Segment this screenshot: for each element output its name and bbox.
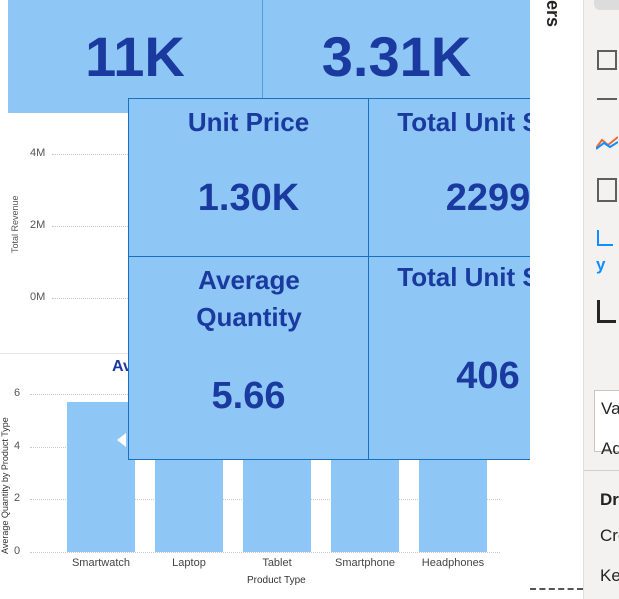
- panel-label: Ad: [601, 439, 619, 458]
- bar-y-tick: 4: [14, 439, 21, 452]
- bar-x-tick: Laptop: [172, 557, 206, 569]
- drill-through-heading: Dr: [600, 490, 619, 509]
- filters-pane-heading[interactable]: ers: [541, 0, 567, 40]
- unit-price-label: Unit Price: [187, 107, 310, 137]
- bar-gridline: [30, 552, 500, 553]
- bar-x-tick: Smartphone: [335, 557, 395, 569]
- bar-y-tick: 2: [14, 492, 21, 505]
- visualizations-pane[interactable]: y Va Ad Dr Cro Ke: [583, 0, 619, 599]
- pane-scroll-indicator: [530, 588, 583, 593]
- keep-filters-label: Ke: [600, 566, 619, 585]
- revenue-y-tick: 2M: [30, 219, 46, 231]
- pane-gap: [530, 0, 583, 599]
- area-chart-icon[interactable]: [595, 136, 619, 150]
- bar-smartwatch[interactable]: [67, 401, 135, 552]
- revenue-gridline: [52, 226, 128, 227]
- panel-label: y: [596, 255, 606, 274]
- kpi-value-right: 3.31K: [321, 25, 472, 88]
- bar-x-tick: Headphones: [421, 557, 485, 569]
- revenue-y-axis-title: Total Revenue: [10, 195, 20, 253]
- revenue-gridline: [52, 298, 128, 299]
- bar-y-tick: 0: [14, 545, 21, 557]
- pane-heading-text: ers: [543, 0, 563, 28]
- bar-y-tick: 6: [14, 387, 21, 399]
- revenue-y-tick: 4M: [30, 147, 46, 159]
- kpi-value-left: 11K: [85, 25, 185, 88]
- kpi-card-row[interactable]: 11K 3.31K: [8, 0, 530, 113]
- card-visual-icon[interactable]: [597, 178, 617, 202]
- matrix-visual-icon[interactable]: [597, 300, 616, 323]
- bar-x-tick: Tablet: [262, 557, 292, 569]
- table-visual-icon[interactable]: [597, 50, 617, 70]
- line-visual-icon[interactable]: [597, 84, 617, 100]
- panel-label: Va: [601, 399, 619, 418]
- unit-price-value: 1.30K: [197, 177, 300, 219]
- kpi-visual-icon[interactable]: [597, 230, 613, 246]
- tooltip-pointer-icon: [117, 433, 126, 447]
- average-quantity-value: 5.66: [211, 375, 286, 417]
- panel-divider: [584, 470, 619, 471]
- average-quantity-label: Average Quantity: [196, 265, 302, 332]
- pane-tab-icon[interactable]: [594, 0, 619, 10]
- revenue-y-tick: 0M: [30, 291, 46, 303]
- cross-report-label: Cro: [600, 526, 619, 545]
- bar-x-tick: Smartwatch: [71, 557, 131, 569]
- revenue-gridline: [52, 154, 128, 155]
- field-well[interactable]: Va Ad: [594, 390, 619, 458]
